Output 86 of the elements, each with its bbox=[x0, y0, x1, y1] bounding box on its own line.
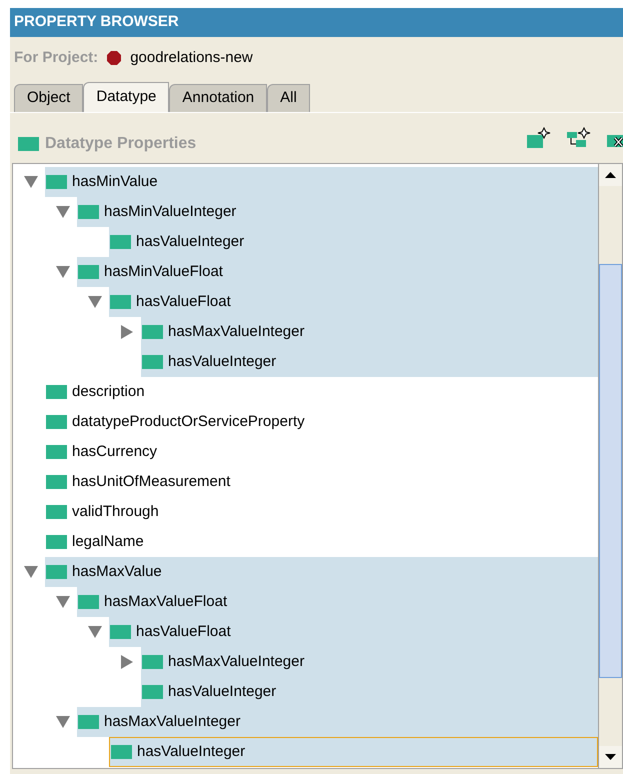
property-icon bbox=[111, 745, 132, 759]
tree-item[interactable]: hasMinValue bbox=[45, 167, 598, 197]
project-icon bbox=[106, 50, 122, 66]
expanded-arrow-icon[interactable] bbox=[24, 566, 38, 578]
tree-item-label: hasUnitOfMeasurement bbox=[72, 472, 230, 492]
property-icon bbox=[142, 325, 163, 339]
property-icon bbox=[110, 295, 131, 309]
tree-item-label: hasValueFloat bbox=[136, 292, 231, 312]
window-title: PROPERTY BROWSER bbox=[10, 8, 623, 37]
property-icon bbox=[46, 415, 67, 429]
collapsed-arrow-icon[interactable] bbox=[121, 325, 133, 339]
tree-item-label: hasCurrency bbox=[72, 442, 158, 462]
property-icon bbox=[78, 205, 99, 219]
tree-item[interactable]: hasValueInteger bbox=[109, 227, 598, 257]
scroll-down-icon[interactable] bbox=[599, 746, 622, 768]
expanded-arrow-icon[interactable] bbox=[56, 716, 70, 728]
tree-item-label: hasMaxValue bbox=[72, 562, 162, 582]
tree-item[interactable]: hasUnitOfMeasurement bbox=[45, 467, 598, 497]
tree-item-label: hasMaxValueFloat bbox=[104, 592, 228, 612]
tab[interactable]: Annotation bbox=[169, 84, 268, 112]
expanded-arrow-icon[interactable] bbox=[56, 206, 70, 218]
add-subproperty-icon[interactable] bbox=[567, 127, 591, 149]
tree-item-label: hasValueInteger bbox=[136, 232, 244, 252]
section-title: Datatype Properties bbox=[45, 134, 196, 154]
tree-item[interactable]: hasMaxValue bbox=[45, 557, 598, 587]
property-icon bbox=[142, 355, 163, 369]
tree-item[interactable]: hasMinValueFloat bbox=[77, 257, 598, 287]
expanded-arrow-icon[interactable] bbox=[56, 266, 70, 278]
tree-item[interactable]: hasValueFloat bbox=[109, 617, 598, 647]
property-icon bbox=[18, 137, 39, 151]
tree-item[interactable]: hasCurrency bbox=[45, 437, 598, 467]
tree-item[interactable]: description bbox=[45, 377, 598, 407]
tree-item-label: hasMaxValueInteger bbox=[168, 322, 304, 342]
tab[interactable]: All bbox=[267, 84, 310, 112]
tree-item-label: hasValueInteger bbox=[168, 682, 276, 702]
tree-item[interactable]: hasMaxValueInteger bbox=[141, 317, 598, 347]
expanded-arrow-icon[interactable] bbox=[56, 596, 70, 608]
tree-item-label: hasMinValueInteger bbox=[104, 202, 236, 222]
project-label: For Project: bbox=[14, 48, 98, 68]
tab[interactable]: Datatype bbox=[83, 82, 170, 112]
tree-item-label: hasMaxValueInteger bbox=[168, 652, 304, 672]
tree-item-label: hasMinValueFloat bbox=[104, 262, 223, 282]
tree-item-label: hasValueInteger bbox=[168, 352, 276, 372]
tree-item-label: description bbox=[72, 382, 145, 402]
tree-item-label: legalName bbox=[72, 532, 144, 552]
property-icon bbox=[46, 385, 67, 399]
tree-item[interactable]: hasMaxValueFloat bbox=[77, 587, 598, 617]
tree-item[interactable]: validThrough bbox=[45, 497, 598, 527]
tree-item-label: hasMinValue bbox=[72, 172, 158, 192]
property-icon bbox=[142, 655, 163, 669]
tree-item[interactable]: hasValueInteger bbox=[141, 347, 598, 377]
property-icon bbox=[46, 445, 67, 459]
add-property-icon[interactable] bbox=[527, 127, 551, 149]
tree-item-label: datatypeProductOrServiceProperty bbox=[72, 412, 305, 432]
expanded-arrow-icon[interactable] bbox=[88, 626, 102, 638]
project-name: goodrelations-new bbox=[130, 48, 253, 68]
property-icon bbox=[46, 565, 67, 579]
scroll-up-icon[interactable] bbox=[599, 164, 622, 186]
tree-item[interactable]: hasMaxValueInteger bbox=[77, 707, 598, 737]
tree-item[interactable]: hasValueFloat bbox=[109, 287, 598, 317]
tree-item-label: hasMaxValueInteger bbox=[104, 712, 240, 732]
scroll-thumb[interactable] bbox=[599, 264, 622, 678]
expanded-arrow-icon[interactable] bbox=[88, 296, 102, 308]
tree-item[interactable]: hasMaxValueInteger bbox=[141, 647, 598, 677]
expanded-arrow-icon[interactable] bbox=[24, 176, 38, 188]
tree-item[interactable]: hasValueInteger bbox=[141, 677, 598, 707]
property-icon bbox=[110, 625, 131, 639]
property-icon bbox=[78, 715, 99, 729]
tree-item-label: hasValueInteger bbox=[137, 742, 246, 762]
tree-item[interactable]: hasMinValueInteger bbox=[77, 197, 598, 227]
tree-item-label: hasValueFloat bbox=[136, 622, 231, 642]
tree-item[interactable]: datatypeProductOrServiceProperty bbox=[45, 407, 598, 437]
property-icon bbox=[110, 235, 131, 249]
property-icon bbox=[46, 175, 67, 189]
property-icon bbox=[78, 595, 99, 609]
property-icon bbox=[46, 505, 67, 519]
tree-item-label: validThrough bbox=[72, 502, 159, 522]
tab[interactable]: Object bbox=[14, 84, 84, 112]
tree-item[interactable]: hasValueInteger bbox=[109, 737, 598, 767]
scrollbar[interactable] bbox=[598, 164, 622, 768]
property-icon bbox=[46, 535, 67, 549]
tree-item[interactable]: legalName bbox=[45, 527, 598, 557]
property-icon bbox=[46, 475, 67, 489]
property-icon bbox=[78, 265, 99, 279]
property-icon bbox=[142, 685, 163, 699]
collapsed-arrow-icon[interactable] bbox=[121, 655, 133, 669]
